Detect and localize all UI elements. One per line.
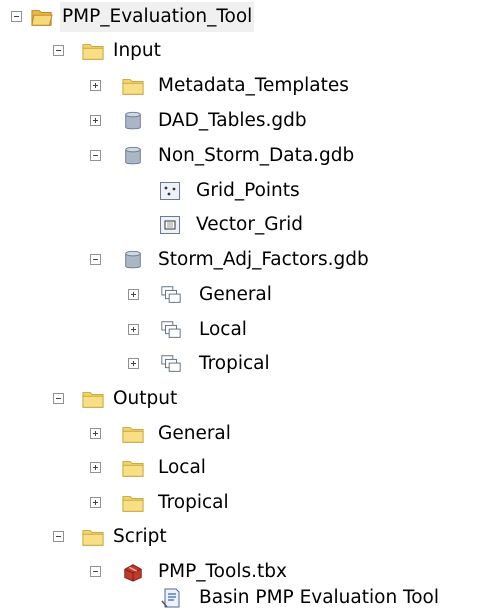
tree-node-storm-tropical[interactable]: Tropical [0, 349, 400, 379]
folder-icon [82, 44, 104, 60]
point-feature-class-icon [160, 182, 180, 200]
collapse-toggle-icon[interactable] [53, 393, 64, 404]
tree-node-script[interactable]: Script [0, 522, 300, 552]
tree-node-label[interactable]: Output [113, 384, 177, 414]
collapse-toggle-icon[interactable] [90, 254, 101, 265]
tree-node-label[interactable]: Basin PMP Evaluation Tool [199, 583, 439, 613]
tree-node-label[interactable]: DAD_Tables.gdb [158, 106, 307, 136]
tree-node-label[interactable]: General [199, 280, 272, 310]
tree-node-output-tropical[interactable]: Tropical [0, 488, 400, 518]
collapse-toggle-icon[interactable] [53, 45, 64, 56]
feature-dataset-icon [161, 355, 181, 372]
geodatabase-icon [125, 146, 141, 165]
tree-node-label[interactable]: Local [158, 453, 206, 483]
feature-dataset-icon [161, 286, 181, 303]
toolbox-icon [124, 564, 142, 582]
collapse-toggle-icon[interactable] [90, 566, 101, 577]
tree-node-label[interactable]: Local [199, 315, 247, 345]
tree-node-label[interactable]: Script [113, 522, 167, 552]
collapse-toggle-icon[interactable] [53, 531, 64, 542]
tree-node-label[interactable]: Storm_Adj_Factors.gdb [158, 245, 369, 275]
tree-node-non-storm-data[interactable]: Non_Storm_Data.gdb [0, 141, 400, 171]
tree-node-label[interactable]: PMP_Evaluation_Tool [60, 2, 255, 32]
catalog-tree: PMP_Evaluation_Tool Input Metadata_Templ… [0, 0, 485, 613]
tree-node-grid-points[interactable]: Grid_Points [0, 176, 400, 206]
expand-toggle-icon[interactable] [90, 462, 101, 473]
tree-node-storm-adj-factors[interactable]: Storm_Adj_Factors.gdb [0, 245, 430, 275]
tree-node-output-local[interactable]: Local [0, 453, 400, 483]
expand-toggle-icon[interactable] [90, 497, 101, 508]
tree-node-label[interactable]: Grid_Points [196, 176, 300, 206]
geodatabase-icon [125, 111, 141, 130]
tree-node-label[interactable]: Vector_Grid [196, 210, 303, 240]
tree-node-dad-tables[interactable]: DAD_Tables.gdb [0, 106, 400, 136]
tree-node-storm-local[interactable]: Local [0, 315, 400, 345]
tree-node-label[interactable]: Tropical [199, 349, 270, 379]
collapse-toggle-icon[interactable] [11, 11, 22, 22]
tree-node-label[interactable]: Non_Storm_Data.gdb [158, 141, 354, 171]
tree-node-vector-grid[interactable]: Vector_Grid [0, 210, 400, 240]
tree-node-input[interactable]: Input [0, 36, 300, 66]
expand-toggle-icon[interactable] [128, 358, 139, 369]
tree-node-output[interactable]: Output [0, 384, 300, 414]
folder-icon [122, 427, 144, 443]
expand-toggle-icon[interactable] [90, 80, 101, 91]
polygon-feature-class-icon [160, 216, 180, 234]
expand-toggle-icon[interactable] [90, 115, 101, 126]
tree-node-basin-pmp-tool[interactable]: Basin PMP Evaluation Tool [0, 583, 485, 613]
folder-icon [122, 496, 144, 512]
tree-node-label[interactable]: Metadata_Templates [158, 71, 349, 101]
tree-node-label[interactable]: Input [113, 36, 161, 66]
tree-node-label[interactable]: Tropical [158, 488, 229, 518]
geodatabase-icon [125, 250, 141, 269]
script-tool-icon [161, 588, 180, 608]
tree-node-root[interactable]: PMP_Evaluation_Tool [0, 2, 330, 32]
collapse-toggle-icon[interactable] [90, 150, 101, 161]
expand-toggle-icon[interactable] [90, 428, 101, 439]
folder-icon [82, 392, 104, 408]
expand-toggle-icon[interactable] [128, 289, 139, 300]
tree-node-output-general[interactable]: General [0, 419, 400, 449]
feature-dataset-icon [161, 321, 181, 338]
tree-node-label[interactable]: General [158, 419, 231, 449]
folder-icon [82, 530, 104, 546]
open-folder-icon [31, 10, 53, 26]
folder-icon [122, 79, 144, 95]
tree-node-storm-general[interactable]: General [0, 280, 400, 310]
expand-toggle-icon[interactable] [128, 324, 139, 335]
folder-icon [122, 461, 144, 477]
tree-node-metadata-templates[interactable]: Metadata_Templates [0, 71, 400, 101]
